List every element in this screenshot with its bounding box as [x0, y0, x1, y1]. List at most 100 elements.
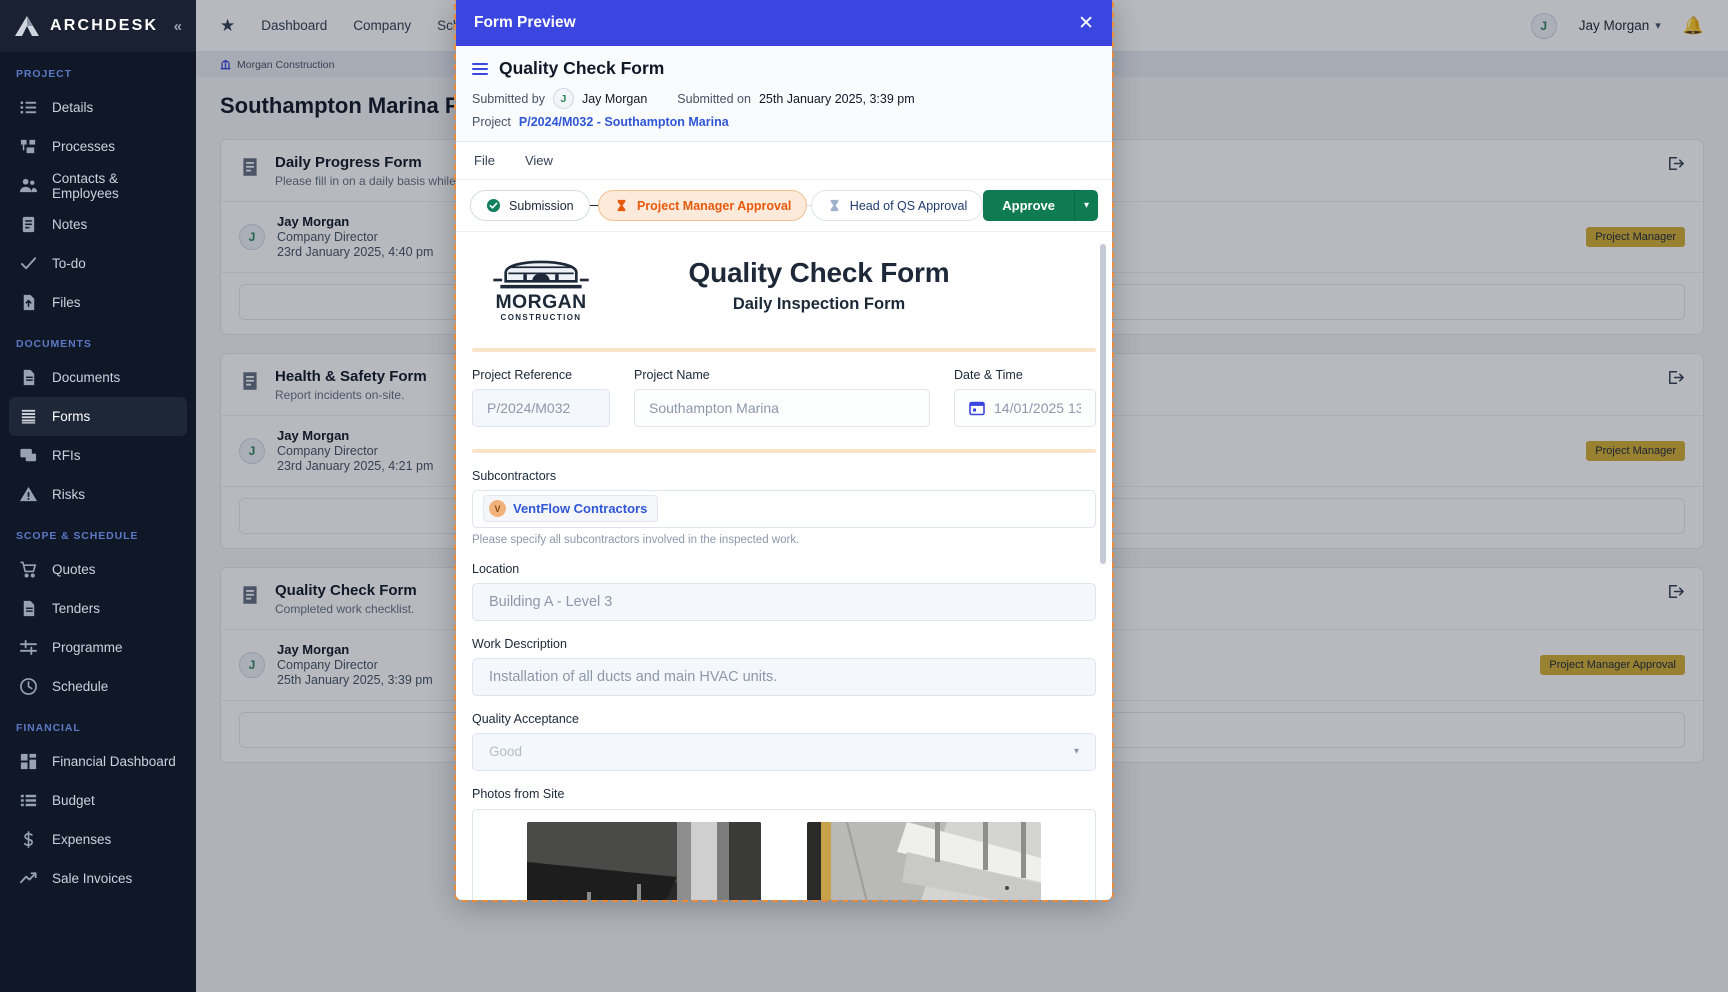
close-icon[interactable]: ✕ [1078, 14, 1094, 33]
step-label: Submission [509, 199, 574, 213]
subcontractors-block: Subcontractors V VentFlow Contractors Pl… [464, 453, 1104, 546]
date-time-label: Date & Time [954, 368, 1096, 382]
document-icon [19, 368, 38, 387]
sidebar-item-rfis[interactable]: RFIs [9, 436, 187, 475]
sidebar-item-budget[interactable]: Budget [9, 781, 187, 820]
project-label: Project [472, 115, 511, 129]
sidebar: ARCHDESK « PROJECTDetailsProcessesContac… [0, 0, 196, 992]
sidebar-item-sale-invoices[interactable]: Sale Invoices [9, 859, 187, 898]
sidebar-item-details[interactable]: Details [9, 88, 187, 127]
sidebar-item-tenders[interactable]: Tenders [9, 589, 187, 628]
chat-icon [19, 446, 38, 465]
sidebar-item-label: Programme [52, 640, 123, 655]
menu-view[interactable]: View [525, 153, 553, 168]
sidebar-item-documents[interactable]: Documents [9, 358, 187, 397]
processes-icon [19, 137, 38, 156]
sidebar-item-label: Tenders [52, 601, 100, 616]
site-photo[interactable] [527, 822, 761, 901]
sidebar-item-expenses[interactable]: Expenses [9, 820, 187, 859]
workflow-step-qs-approval[interactable]: Head of QS Approval [811, 190, 983, 221]
warning-icon [19, 485, 38, 504]
sidebar-item-label: Expenses [52, 832, 111, 847]
scrollbar-thumb[interactable] [1100, 244, 1106, 564]
list-icon [19, 98, 38, 117]
sidebar-item-financial-dashboard[interactable]: Financial Dashboard [9, 742, 187, 781]
quality-acceptance-label: Quality Acceptance [472, 712, 1096, 726]
sidebar-item-label: Risks [52, 487, 85, 502]
archdesk-logo-icon [14, 15, 40, 37]
sidebar-item-label: Financial Dashboard [52, 754, 176, 769]
modal-meta: Quality Check Form Submitted by J Jay Mo… [456, 46, 1112, 142]
budget-icon [19, 791, 38, 810]
nav-section-header: SCOPE & SCHEDULE [0, 514, 196, 550]
sidebar-item-label: To-do [52, 256, 86, 271]
sidebar-item-label: Schedule [52, 679, 108, 694]
form-preview-modal: Form Preview ✕ Quality Check Form Submit… [456, 0, 1112, 900]
forms-icon [19, 407, 38, 426]
nav-section-header: DOCUMENTS [0, 322, 196, 358]
project-reference-label: Project Reference [472, 368, 610, 382]
subcontractor-chip[interactable]: V VentFlow Contractors [483, 495, 658, 522]
sidebar-collapse-icon[interactable]: « [174, 18, 182, 35]
sidebar-logo[interactable]: ARCHDESK « [0, 0, 196, 52]
submitted-by-name: Jay Morgan [582, 92, 647, 106]
document-icon [19, 599, 38, 618]
sidebar-item-forms[interactable]: Forms [9, 397, 187, 436]
workflow-step-submission[interactable]: Submission [470, 190, 590, 221]
cart-icon [19, 560, 38, 579]
sidebar-item-label: Processes [52, 139, 115, 154]
workflow-bar: Submission Project Manager Approval Head… [456, 180, 1112, 231]
nav-section-header: FINANCIAL [0, 706, 196, 742]
subcontractors-help-text: Please specify all subcontractors involv… [472, 534, 1096, 546]
note-icon [19, 215, 38, 234]
project-name-input[interactable]: Southampton Marina [634, 389, 930, 427]
location-block: Location Building A - Level 3 [464, 546, 1104, 621]
sidebar-item-label: Files [52, 295, 81, 310]
menu-file[interactable]: File [474, 153, 495, 168]
project-reference-input[interactable]: P/2024/M032 [472, 389, 610, 427]
workflow-connector [590, 205, 598, 206]
sidebar-item-processes[interactable]: Processes [9, 127, 187, 166]
work-description-input[interactable]: Installation of all ducts and main HVAC … [472, 658, 1096, 696]
workflow-step-pm-approval[interactable]: Project Manager Approval [598, 190, 807, 221]
brand-name: ARCHDESK [50, 17, 164, 35]
submitted-by-label: Submitted by [472, 92, 545, 106]
approve-dropdown-chevron-down-icon[interactable]: ▾ [1074, 190, 1098, 221]
sidebar-item-files[interactable]: Files [9, 283, 187, 322]
form-heading: Quality Check Form [594, 257, 1044, 289]
site-photo[interactable] [807, 822, 1041, 901]
sidebar-item-risks[interactable]: Risks [9, 475, 187, 514]
location-input[interactable]: Building A - Level 3 [472, 583, 1096, 621]
quality-acceptance-select[interactable]: Good ▾ [472, 733, 1096, 771]
clock-icon [19, 677, 38, 696]
sidebar-item-contacts-employees[interactable]: Contacts & Employees [9, 166, 187, 205]
photos-label: Photos from Site [472, 787, 1096, 801]
duct-photo-image [527, 822, 761, 901]
sidebar-item-label: Quotes [52, 562, 96, 577]
sidebar-item-quotes[interactable]: Quotes [9, 550, 187, 589]
project-link[interactable]: P/2024/M032 - Southampton Marina [519, 115, 729, 129]
project-fields-row: Project Reference P/2024/M032 Project Na… [464, 352, 1104, 427]
form-scroll-area[interactable]: MORGAN CONSTRUCTION Quality Check Form D… [456, 231, 1112, 900]
scrollbar-track[interactable] [1103, 238, 1109, 894]
modal-menubar: File View [456, 142, 1112, 180]
sidebar-item-schedule[interactable]: Schedule [9, 667, 187, 706]
sidebar-item-programme[interactable]: Programme [9, 628, 187, 667]
sidebar-item-label: Sale Invoices [52, 871, 132, 886]
sidebar-item-label: Notes [52, 217, 87, 232]
date-time-input[interactable]: 14/01/2025 13 [954, 389, 1096, 427]
avatar: V [489, 500, 506, 517]
dollar-icon [19, 830, 38, 849]
subcontractors-label: Subcontractors [472, 469, 1096, 483]
form-header: MORGAN CONSTRUCTION Quality Check Form D… [464, 232, 1104, 334]
subcontractors-input[interactable]: V VentFlow Contractors [472, 490, 1096, 528]
sidebar-item-label: Budget [52, 793, 95, 808]
ceiling-photo-image [807, 822, 1041, 901]
sidebar-item-to-do[interactable]: To-do [9, 244, 187, 283]
photos-block: Photos from Site [464, 771, 1104, 901]
hourglass-icon [827, 198, 842, 213]
approve-button[interactable]: Approve [983, 190, 1074, 221]
sidebar-item-label: Forms [52, 409, 90, 424]
morgan-construction-logo-icon: MORGAN CONSTRUCTION [488, 246, 594, 326]
sidebar-item-notes[interactable]: Notes [9, 205, 187, 244]
